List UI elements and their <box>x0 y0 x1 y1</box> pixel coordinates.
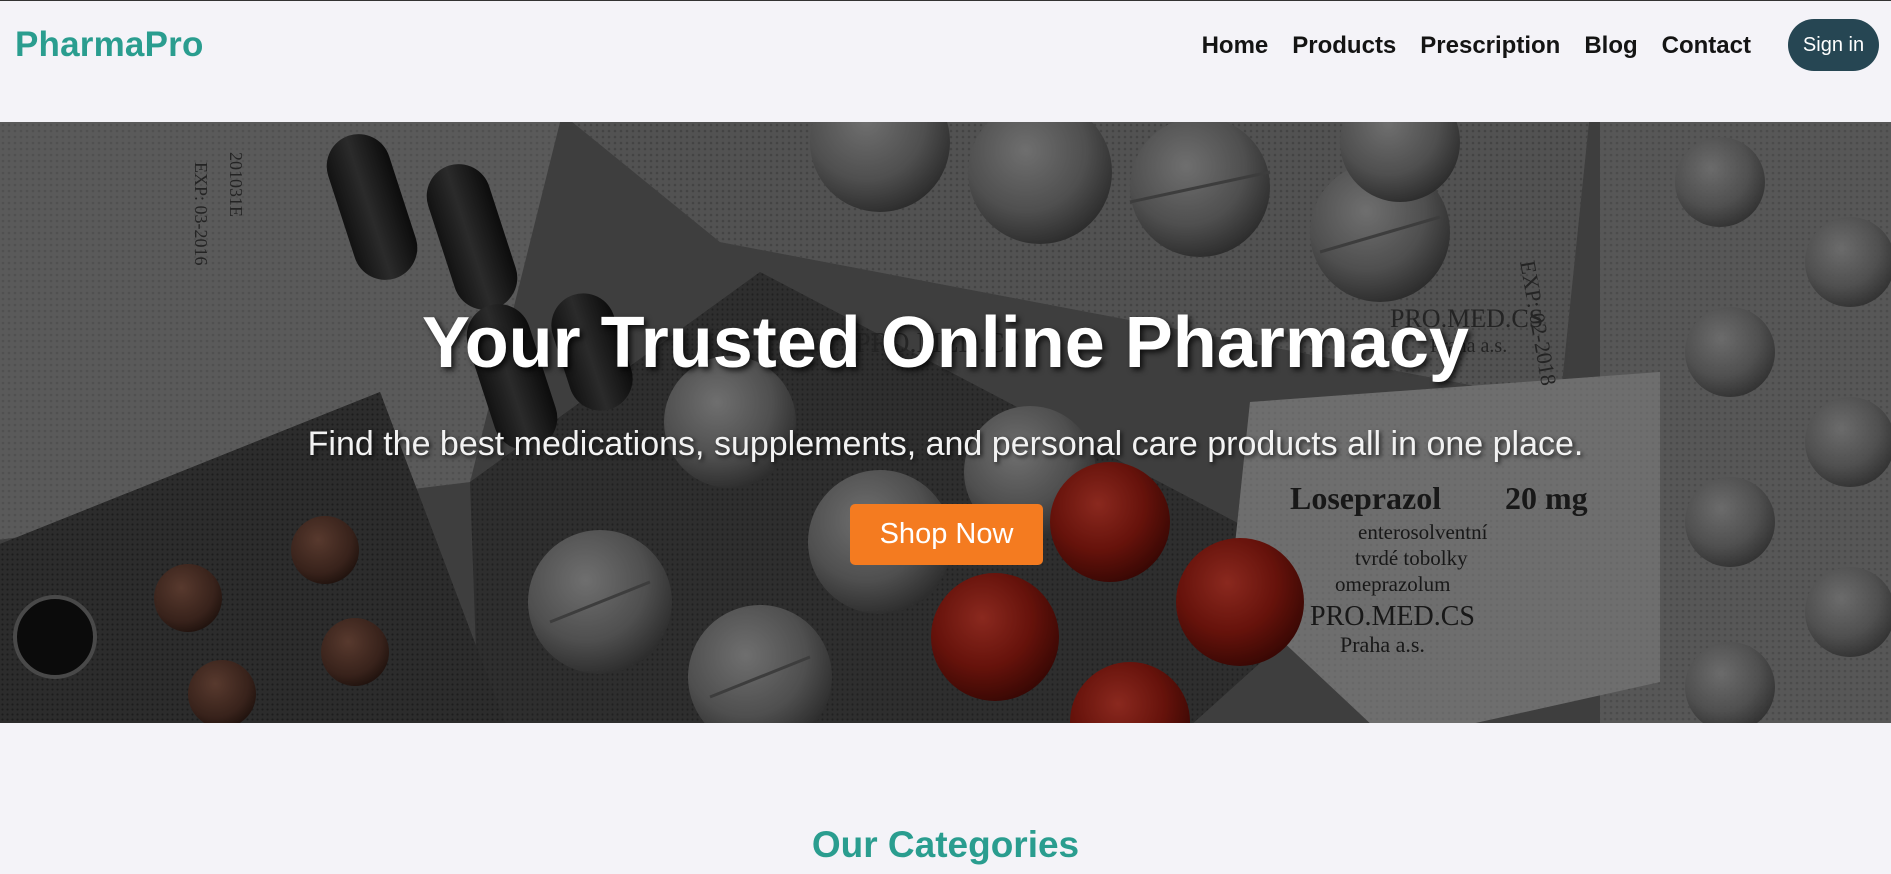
main-nav: Home Products Prescription Blog Contact <box>1178 31 1751 61</box>
hero-overlay <box>0 122 1891 723</box>
categories-title: Our Categories <box>811 824 1080 865</box>
sign-in-button[interactable]: Sign in <box>1788 19 1879 71</box>
hero-subtitle: Find the best medications, supplements, … <box>307 425 1584 463</box>
nav-link-prescription[interactable]: Prescription <box>1420 31 1560 61</box>
nav-link-home[interactable]: Home <box>1202 31 1269 61</box>
brand-logo[interactable]: PharmaPro <box>15 25 204 65</box>
hero-title: Your Trusted Online Pharmacy <box>422 303 1469 383</box>
hero-banner: Loseprazol 20 mg enterosolventní tvrdé t… <box>0 122 1891 723</box>
nav-link-products[interactable]: Products <box>1292 31 1396 61</box>
shop-now-button[interactable]: Shop Now <box>850 504 1043 565</box>
site-header: PharmaPro Home Products Prescription Blo… <box>0 1 1891 122</box>
page: PharmaPro Home Products Prescription Blo… <box>0 0 1891 874</box>
nav-link-contact[interactable]: Contact <box>1662 31 1751 61</box>
nav-link-blog[interactable]: Blog <box>1584 31 1637 61</box>
